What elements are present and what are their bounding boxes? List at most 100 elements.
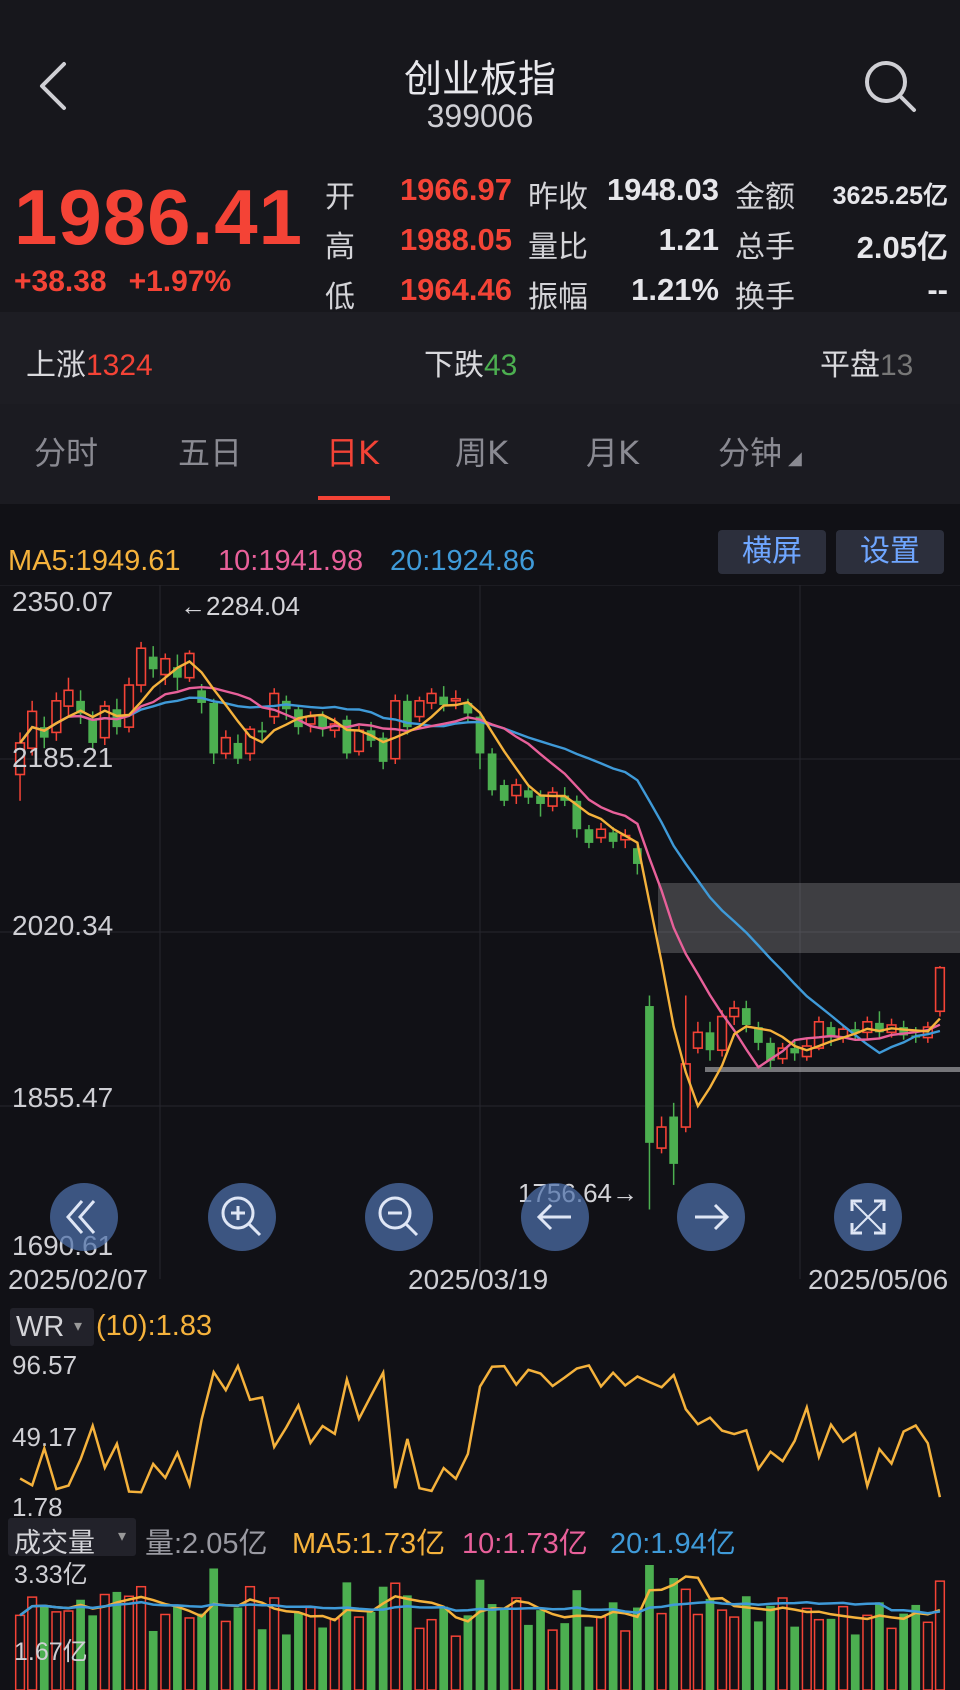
wr-selector[interactable]: WR ▾	[10, 1308, 94, 1346]
double-chevron-left-icon	[66, 1200, 96, 1234]
candle	[305, 715, 316, 725]
landscape-button[interactable]: 横屏	[718, 530, 826, 574]
volume-bar	[754, 1621, 763, 1690]
candle	[450, 697, 461, 702]
support-line	[705, 1067, 960, 1072]
volume-ratio-label: 量比	[528, 230, 588, 265]
volume-bar	[813, 1618, 825, 1690]
high-annotation: ←2284.04	[180, 591, 300, 621]
volume-bar	[197, 1613, 206, 1690]
volume-axis-label: 1.67亿	[14, 1638, 88, 1666]
volume-bar	[862, 1614, 873, 1690]
volume-bar	[766, 1605, 775, 1690]
price-axis-label: 1855.47	[12, 1082, 114, 1113]
date-axis-label: 2025/02/07	[8, 1264, 149, 1295]
volume-bar	[777, 1597, 788, 1690]
expand-icon	[850, 1199, 886, 1235]
volume-bar	[233, 1607, 243, 1690]
volume-bar	[414, 1627, 425, 1690]
tab-minute[interactable]: 分钟 ◢	[718, 428, 802, 474]
arrow-right-icon	[695, 1203, 730, 1231]
volume-bar	[426, 1618, 437, 1690]
arrow-left-icon	[536, 1203, 571, 1231]
volume-bar	[741, 1596, 751, 1690]
volume-bar	[220, 1620, 231, 1690]
volume-bar	[475, 1579, 485, 1690]
candle	[729, 1007, 740, 1018]
candle	[595, 828, 607, 839]
active-tab-indicator	[318, 496, 390, 500]
candle	[705, 1032, 715, 1051]
volume-bar	[656, 1612, 667, 1690]
zoom-out-button[interactable]	[365, 1183, 433, 1251]
status-bar	[0, 0, 960, 12]
volume-bar	[934, 1580, 946, 1690]
open-label: 开	[325, 180, 355, 215]
zoom-in-icon	[221, 1196, 262, 1237]
volume-bar	[173, 1604, 182, 1690]
volume-bar	[257, 1629, 267, 1690]
volume-bar	[716, 1609, 728, 1690]
tab-five-day[interactable]: 五日	[178, 428, 242, 474]
volume-bar	[403, 1595, 412, 1690]
price-change: +38.38 +1.97%	[14, 265, 253, 299]
candle	[511, 784, 522, 797]
volume-bar	[838, 1605, 849, 1690]
candle	[669, 1116, 679, 1164]
tab-minute-label: 分钟	[718, 434, 783, 472]
search-button[interactable]	[860, 56, 920, 116]
caret-down-icon: ▾	[118, 1528, 127, 1545]
amount-value: 3625.25亿	[832, 182, 948, 210]
candle	[135, 647, 147, 686]
pan-right-button[interactable]	[677, 1183, 745, 1251]
candle	[257, 730, 267, 733]
volume-bar	[669, 1578, 679, 1690]
volume-bar	[269, 1597, 280, 1690]
volume-ma5: MA5:1.73亿	[292, 1528, 446, 1560]
turnover-label: 换手	[735, 280, 795, 315]
date-axis-label: 2025/03/19	[408, 1264, 549, 1295]
candle	[426, 692, 437, 704]
candle	[148, 656, 158, 670]
tab-weekly-k[interactable]: 周K	[455, 428, 508, 474]
settings-button[interactable]: 设置	[836, 530, 944, 574]
volume-selector[interactable]: 成交量 ▾	[8, 1518, 136, 1559]
fullscreen-button[interactable]	[834, 1183, 902, 1251]
candlestick-chart[interactable]: ←2284.04 1756.64→	[0, 585, 960, 1285]
volume-bar	[511, 1597, 522, 1690]
candle	[123, 684, 135, 728]
volume-bar	[366, 1611, 376, 1690]
prev-close-label: 昨收	[528, 180, 588, 215]
volume-bar	[439, 1606, 449, 1690]
price-axis-label: 2185.21	[12, 742, 114, 773]
tab-intraday[interactable]: 分时	[34, 428, 98, 474]
caret-down-icon: ◢	[788, 448, 802, 469]
scroll-start-button[interactable]	[50, 1183, 118, 1251]
candle	[716, 1015, 728, 1052]
pan-left-button[interactable]	[521, 1183, 589, 1251]
caret-down-icon: ▾	[74, 1318, 83, 1335]
volume-bar	[692, 1613, 703, 1690]
open-value: 1966.97	[399, 172, 512, 207]
zoom-in-button[interactable]	[208, 1183, 276, 1251]
up-count: 1324	[86, 349, 153, 382]
candle	[934, 966, 946, 1013]
ma10-legend: 10:1941.98	[218, 545, 364, 577]
candle	[790, 1048, 800, 1054]
breadth-flat: 平盘13	[820, 340, 913, 384]
low-value: 1964.46	[399, 272, 512, 307]
candle	[342, 719, 352, 754]
candle	[209, 702, 219, 754]
candle	[487, 753, 497, 791]
wr-line	[19, 1362, 942, 1498]
candle	[645, 1006, 654, 1143]
amount-label: 金额	[735, 180, 795, 215]
tab-daily-k[interactable]: 日K	[326, 428, 379, 474]
date-axis-label: 2025/05/06	[808, 1264, 949, 1295]
volume-bar	[584, 1626, 594, 1690]
wr-chart	[19, 1362, 942, 1498]
volume-ma10: 10:1.73亿	[462, 1528, 588, 1560]
volume-bar	[572, 1590, 582, 1690]
search-icon	[865, 61, 916, 112]
tab-monthly-k[interactable]: 月K	[586, 428, 639, 474]
